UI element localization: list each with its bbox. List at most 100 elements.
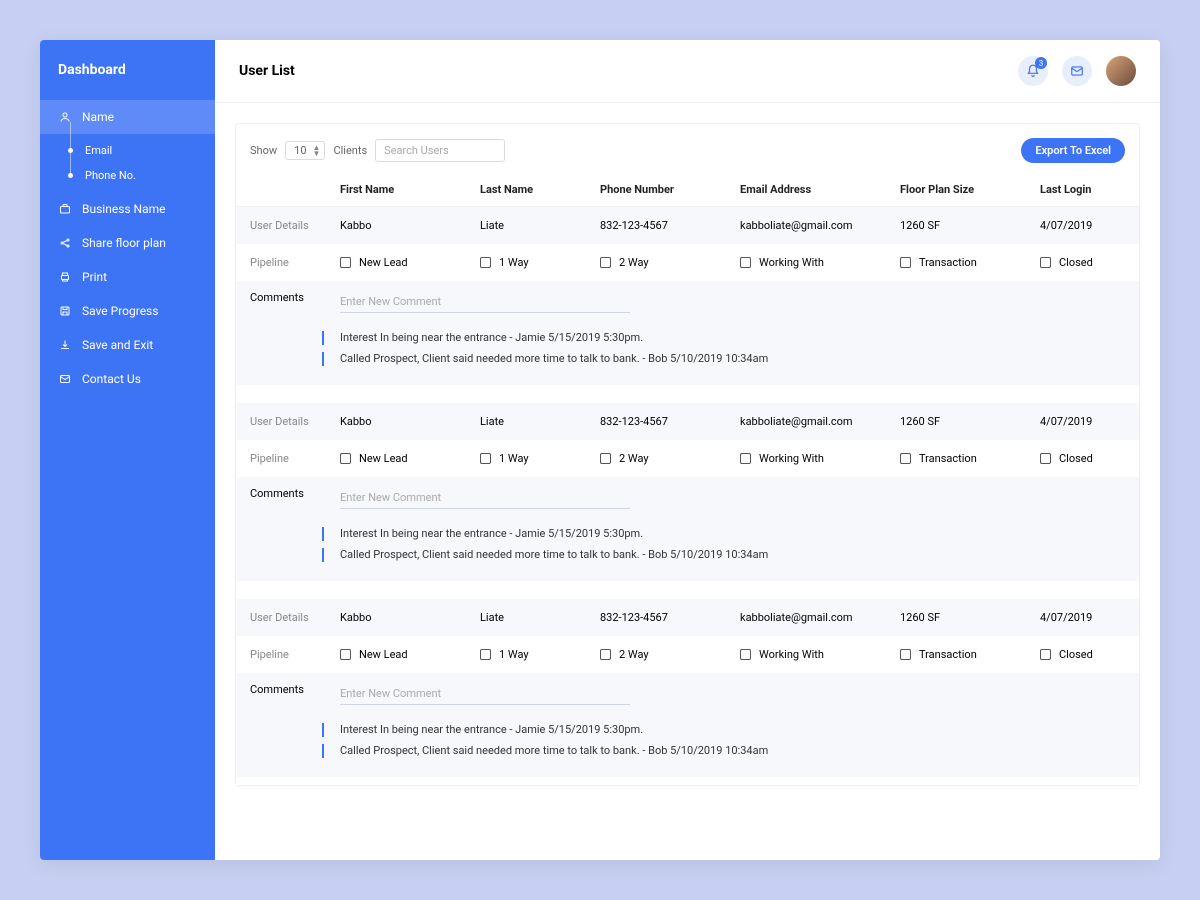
pipeline-transaction[interactable]: Transaction xyxy=(900,648,1040,661)
checkbox-icon xyxy=(1040,649,1051,660)
pipeline-1way[interactable]: 1 Way xyxy=(480,256,600,269)
pipeline-working-with[interactable]: Working With xyxy=(740,648,900,661)
pipeline-new-lead[interactable]: New Lead xyxy=(340,256,480,269)
left-controls: Show 10 ▲▼ Clients xyxy=(250,139,505,162)
pipeline-2way[interactable]: 2 Way xyxy=(600,256,740,269)
checkbox-icon xyxy=(740,453,751,464)
stepper-arrows-icon: ▲▼ xyxy=(313,145,321,157)
user-block: User Details Kabbo Liate 832-123-4567 ka… xyxy=(236,207,1139,393)
checkbox-icon xyxy=(340,257,351,268)
sidebar-title: Dashboard xyxy=(40,40,215,100)
user-list-card: Show 10 ▲▼ Clients Export To Excel First… xyxy=(235,123,1140,786)
messages-button[interactable] xyxy=(1062,56,1092,86)
user-details-row: User Details Kabbo Liate 832-123-4567 ka… xyxy=(236,207,1139,244)
clients-label: Clients xyxy=(333,144,367,157)
comment-input[interactable] xyxy=(340,291,630,313)
main-area: User List 3 Show 10 xyxy=(215,40,1160,860)
cell-size: 1260 SF xyxy=(900,219,1040,232)
sidebar-item-save-exit[interactable]: Save and Exit xyxy=(40,328,215,362)
cell-email: kabboliate@gmail.com xyxy=(740,415,900,428)
checkbox-icon xyxy=(900,453,911,464)
sidebar-label: Share floor plan xyxy=(82,236,166,250)
checkbox-icon xyxy=(900,649,911,660)
page-size-select[interactable]: 10 ▲▼ xyxy=(285,141,325,160)
checkbox-icon xyxy=(600,453,611,464)
pipeline-new-lead[interactable]: New Lead xyxy=(340,452,480,465)
sidebar-sub-phone[interactable]: Phone No. xyxy=(68,163,215,188)
cell-email: kabboliate@gmail.com xyxy=(740,219,900,232)
comment-input[interactable] xyxy=(340,487,630,509)
sidebar-label: Business Name xyxy=(82,202,166,216)
top-actions: 3 xyxy=(1018,56,1136,86)
pipeline-transaction[interactable]: Transaction xyxy=(900,256,1040,269)
checkbox-icon xyxy=(480,453,491,464)
sidebar-item-print[interactable]: Print xyxy=(40,260,215,294)
pipeline-working-with[interactable]: Working With xyxy=(740,452,900,465)
sidebar-sub-items: Email Phone No. xyxy=(40,134,215,192)
card-controls: Show 10 ▲▼ Clients Export To Excel xyxy=(236,124,1139,173)
comment-item: Called Prospect, Client said needed more… xyxy=(340,348,1125,369)
pipeline-closed[interactable]: Closed xyxy=(1040,648,1140,661)
comments-area: Comments Interest In being near the entr… xyxy=(236,477,1139,581)
row-label-pipeline: Pipeline xyxy=(250,256,340,269)
checkbox-icon xyxy=(740,257,751,268)
pipeline-closed[interactable]: Closed xyxy=(1040,256,1140,269)
cell-login: 4/07/2019 xyxy=(1040,219,1140,232)
checkbox-icon xyxy=(600,649,611,660)
sidebar-item-contact[interactable]: Contact Us xyxy=(40,362,215,396)
pipeline-transaction[interactable]: Transaction xyxy=(900,452,1040,465)
comments-area: Comments Interest In being near the entr… xyxy=(236,673,1139,777)
cell-first-name: Kabbo xyxy=(340,611,480,624)
cell-first-name: Kabbo xyxy=(340,415,480,428)
export-button[interactable]: Export To Excel xyxy=(1021,138,1125,163)
print-icon xyxy=(58,271,72,283)
row-label-details: User Details xyxy=(250,415,340,428)
cell-size: 1260 SF xyxy=(900,611,1040,624)
cell-email: kabboliate@gmail.com xyxy=(740,611,900,624)
col-last-name: Last Name xyxy=(480,183,600,196)
checkbox-icon xyxy=(1040,257,1051,268)
comment-input[interactable] xyxy=(340,683,630,705)
user-details-row: User Details Kabbo Liate 832-123-4567 ka… xyxy=(236,599,1139,636)
user-block: User Details Kabbo Liate 832-123-4567 ka… xyxy=(236,403,1139,589)
sidebar-item-name[interactable]: Name xyxy=(40,100,215,134)
pipeline-working-with[interactable]: Working With xyxy=(740,256,900,269)
row-label-comments: Comments xyxy=(250,291,340,327)
cell-last-name: Liate xyxy=(480,415,600,428)
search-input[interactable] xyxy=(375,139,505,162)
cell-phone: 832-123-4567 xyxy=(600,415,740,428)
col-last-login: Last Login xyxy=(1040,183,1140,196)
sidebar-label: Save Progress xyxy=(82,304,158,318)
pipeline-1way[interactable]: 1 Way xyxy=(480,648,600,661)
sidebar-item-business[interactable]: Business Name xyxy=(40,192,215,226)
pipeline-1way[interactable]: 1 Way xyxy=(480,452,600,465)
pipeline-new-lead[interactable]: New Lead xyxy=(340,648,480,661)
envelope-icon xyxy=(1070,64,1084,78)
cell-first-name: Kabbo xyxy=(340,219,480,232)
cell-last-name: Liate xyxy=(480,611,600,624)
pipeline-2way[interactable]: 2 Way xyxy=(600,452,740,465)
checkbox-icon xyxy=(600,257,611,268)
row-label-details: User Details xyxy=(250,611,340,624)
show-label: Show xyxy=(250,144,277,157)
download-icon xyxy=(58,339,72,351)
col-phone: Phone Number xyxy=(600,183,740,196)
pipeline-closed[interactable]: Closed xyxy=(1040,452,1140,465)
sidebar-item-share[interactable]: Share floor plan xyxy=(40,226,215,260)
user-block: User Details Kabbo Liate 832-123-4567 ka… xyxy=(236,599,1139,785)
pipeline-2way[interactable]: 2 Way xyxy=(600,648,740,661)
sidebar-item-save-progress[interactable]: Save Progress xyxy=(40,294,215,328)
checkbox-icon xyxy=(340,649,351,660)
row-label-comments: Comments xyxy=(250,487,340,523)
sidebar-sub-email[interactable]: Email xyxy=(68,138,215,163)
briefcase-icon xyxy=(58,203,72,215)
pipeline-row: Pipeline New Lead 1 Way 2 Way Working Wi… xyxy=(236,244,1139,281)
page-title: User List xyxy=(239,63,295,79)
checkbox-icon xyxy=(480,649,491,660)
notifications-button[interactable]: 3 xyxy=(1018,56,1048,86)
notif-badge: 3 xyxy=(1035,57,1047,69)
table-header: First Name Last Name Phone Number Email … xyxy=(236,173,1139,207)
row-label-comments: Comments xyxy=(250,683,340,719)
avatar[interactable] xyxy=(1106,56,1136,86)
comment-item: Interest In being near the entrance - Ja… xyxy=(340,719,1125,740)
